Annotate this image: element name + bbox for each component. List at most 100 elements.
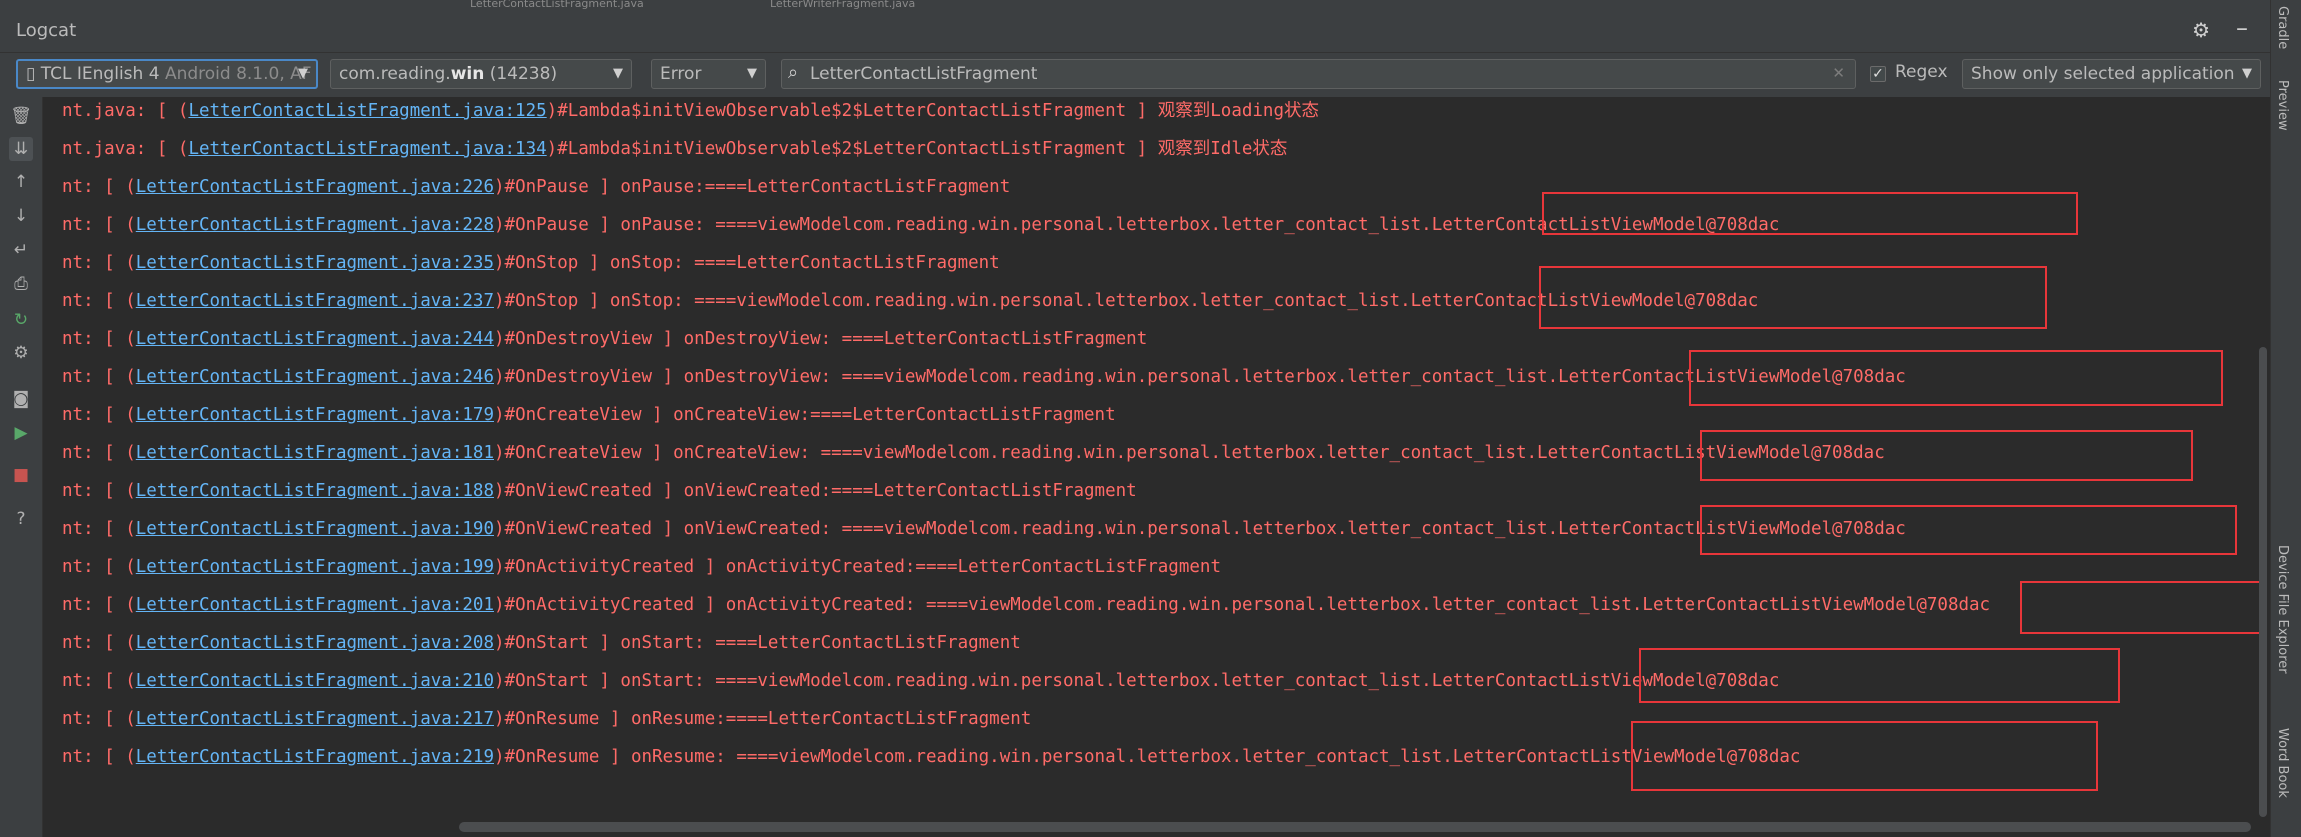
- scrollbar-thumb[interactable]: [459, 822, 2251, 832]
- log-line: nt.java: [ (LetterContactListFragment.ja…: [62, 98, 1319, 124]
- log-tag-prefix: nt: [ (: [62, 405, 136, 425]
- log-tag-prefix: nt: [ (: [62, 481, 136, 501]
- process-package-bold: win: [450, 64, 485, 84]
- log-tag-prefix: nt.java: [ (: [62, 139, 189, 159]
- log-line: nt: [ (LetterContactListFragment.java:23…: [62, 250, 1000, 276]
- log-line: nt: [ (LetterContactListFragment.java:18…: [62, 440, 1885, 466]
- soft-wrap-icon[interactable]: ↵: [9, 238, 33, 262]
- stop-icon[interactable]: ■: [9, 463, 33, 487]
- tool-window-word-book[interactable]: Word Book: [2275, 728, 2290, 798]
- log-line: nt: [ (LetterContactListFragment.java:22…: [62, 212, 1779, 238]
- log-message: )#Lambda$initViewObservable$2$LetterCont…: [546, 101, 1320, 121]
- log-line: nt: [ (LetterContactListFragment.java:22…: [62, 174, 1010, 200]
- source-link[interactable]: LetterContactListFragment.java:246: [136, 367, 494, 387]
- device-name: TCL IEnglish 4: [40, 64, 160, 84]
- editor-tab[interactable]: LetterContactListFragment.java: [470, 0, 644, 10]
- down-arrow-icon[interactable]: ↓: [9, 204, 33, 228]
- log-line: nt: [ (LetterContactListFragment.java:23…: [62, 288, 1758, 314]
- source-link[interactable]: LetterContactListFragment.java:188: [136, 481, 494, 501]
- source-link[interactable]: LetterContactListFragment.java:181: [136, 443, 494, 463]
- tool-window-device-file-explorer[interactable]: Device File Explorer: [2275, 545, 2290, 674]
- log-tag-prefix: nt: [ (: [62, 329, 136, 349]
- source-link[interactable]: LetterContactListFragment.java:199: [136, 557, 494, 577]
- log-line: nt: [ (LetterContactListFragment.java:19…: [62, 554, 1221, 580]
- log-tag-prefix: nt: [ (: [62, 671, 136, 691]
- log-message: )#OnStop ] onStop: ====LetterContactList…: [494, 253, 1000, 273]
- source-link[interactable]: LetterContactListFragment.java:210: [136, 671, 494, 691]
- editor-tab[interactable]: LetterWriterFragment.java: [770, 0, 915, 10]
- search-icon: ⌕: [788, 62, 799, 83]
- log-line: nt: [ (LetterContactListFragment.java:21…: [62, 668, 1779, 694]
- log-message: )#OnActivityCreated ] onActivityCreated:…: [494, 595, 1991, 615]
- highlight-box: [2020, 581, 2263, 634]
- log-message: )#OnViewCreated ] onViewCreated: ====vie…: [494, 519, 1906, 539]
- filter-value: Show only selected application: [1971, 64, 2235, 84]
- help-icon[interactable]: ?: [9, 507, 33, 531]
- source-link[interactable]: LetterContactListFragment.java:235: [136, 253, 494, 273]
- right-tool-strip: Gradle Preview Device File Explorer Word…: [2270, 0, 2301, 837]
- log-tag-prefix: nt: [ (: [62, 291, 136, 311]
- log-line: nt: [ (LetterContactListFragment.java:21…: [62, 744, 1800, 770]
- log-line: nt: [ (LetterContactListFragment.java:17…: [62, 402, 1116, 428]
- chevron-down-icon: ▼: [298, 66, 308, 81]
- source-link[interactable]: LetterContactListFragment.java:134: [188, 139, 546, 159]
- log-tag-prefix: nt: [ (: [62, 443, 136, 463]
- source-link[interactable]: LetterContactListFragment.java:208: [136, 633, 494, 653]
- vertical-scrollbar[interactable]: [2257, 97, 2269, 817]
- source-link[interactable]: LetterContactListFragment.java:228: [136, 215, 494, 235]
- logcat-toolbar: ▯ TCL IEnglish 4 Android 8.1.0, AF ▼ com…: [0, 53, 2270, 98]
- log-line: nt.java: [ (LetterContactListFragment.ja…: [62, 136, 1287, 162]
- device-android-version: Android 8.1.0, AF: [164, 64, 312, 84]
- log-tag-prefix: nt: [ (: [62, 215, 136, 235]
- log-message: )#OnCreateView ] onCreateView:====Letter…: [494, 405, 1116, 425]
- highlight-box: [1631, 721, 2098, 791]
- log-line: nt: [ (LetterContactListFragment.java:24…: [62, 364, 1906, 390]
- source-link[interactable]: LetterContactListFragment.java:226: [136, 177, 494, 197]
- log-line: nt: [ (LetterContactListFragment.java:21…: [62, 706, 1031, 732]
- gear-icon[interactable]: ⚙: [2192, 18, 2210, 42]
- clear-search-icon[interactable]: ✕: [1832, 64, 1845, 82]
- log-level-select[interactable]: Error ▼: [651, 59, 766, 89]
- log-output[interactable]: nt.java: [ (LetterContactListFragment.ja…: [43, 97, 2269, 817]
- source-link[interactable]: LetterContactListFragment.java:217: [136, 709, 494, 729]
- log-message: )#OnActivityCreated ] onActivityCreated:…: [494, 557, 1221, 577]
- regex-checkbox[interactable]: ✓: [1870, 66, 1886, 82]
- source-link[interactable]: LetterContactListFragment.java:179: [136, 405, 494, 425]
- source-link[interactable]: LetterContactListFragment.java:125: [188, 101, 546, 121]
- source-link[interactable]: LetterContactListFragment.java:244: [136, 329, 494, 349]
- scrollbar-thumb[interactable]: [2259, 347, 2267, 817]
- log-tag-prefix: nt: [ (: [62, 519, 136, 539]
- chevron-down-icon: ▼: [613, 66, 623, 81]
- log-line: nt: [ (LetterContactListFragment.java:24…: [62, 326, 1147, 352]
- log-message: )#OnViewCreated ] onViewCreated:====Lett…: [494, 481, 1137, 501]
- log-message: )#OnPause ] onPause:====LetterContactLis…: [494, 177, 1011, 197]
- source-link[interactable]: LetterContactListFragment.java:190: [136, 519, 494, 539]
- tool-window-gradle[interactable]: Gradle: [2275, 6, 2290, 49]
- up-arrow-icon[interactable]: ↑: [9, 170, 33, 194]
- log-tag-prefix: nt: [ (: [62, 177, 136, 197]
- scroll-to-end-icon[interactable]: ⇊: [9, 137, 33, 161]
- search-input[interactable]: ⌕ LetterContactListFragment ✕: [781, 59, 1856, 89]
- print-icon[interactable]: ⎙: [9, 272, 33, 296]
- source-link[interactable]: LetterContactListFragment.java:237: [136, 291, 494, 311]
- hide-panel-icon[interactable]: –: [2236, 14, 2248, 42]
- tool-window-preview[interactable]: Preview: [2275, 80, 2290, 131]
- process-pid: (14238): [484, 64, 558, 84]
- screenshot-icon[interactable]: ◙: [9, 387, 33, 411]
- log-line: nt: [ (LetterContactListFragment.java:20…: [62, 592, 1990, 618]
- log-tag-prefix: nt: [ (: [62, 709, 136, 729]
- log-tag-prefix: nt.java: [ (: [62, 101, 189, 121]
- source-link[interactable]: LetterContactListFragment.java:219: [136, 747, 494, 767]
- logcat-title-bar: Logcat ⚙ –: [0, 10, 2270, 53]
- device-select[interactable]: ▯ TCL IEnglish 4 Android 8.1.0, AF ▼: [16, 59, 318, 89]
- process-select[interactable]: com.reading.win (14238) ▼: [330, 59, 632, 89]
- filter-select[interactable]: Show only selected application ▼: [1962, 59, 2261, 89]
- trash-icon[interactable]: 🗑: [9, 104, 33, 128]
- restart-icon[interactable]: ↻: [9, 308, 33, 332]
- screen-record-icon[interactable]: ▶: [9, 421, 33, 445]
- source-link[interactable]: LetterContactListFragment.java:201: [136, 595, 494, 615]
- horizontal-scrollbar[interactable]: [43, 818, 2269, 837]
- settings-icon[interactable]: ⚙: [9, 341, 33, 365]
- log-message: )#OnStart ] onStart: ====LetterContactLi…: [494, 633, 1021, 653]
- highlight-box: [1700, 430, 2193, 481]
